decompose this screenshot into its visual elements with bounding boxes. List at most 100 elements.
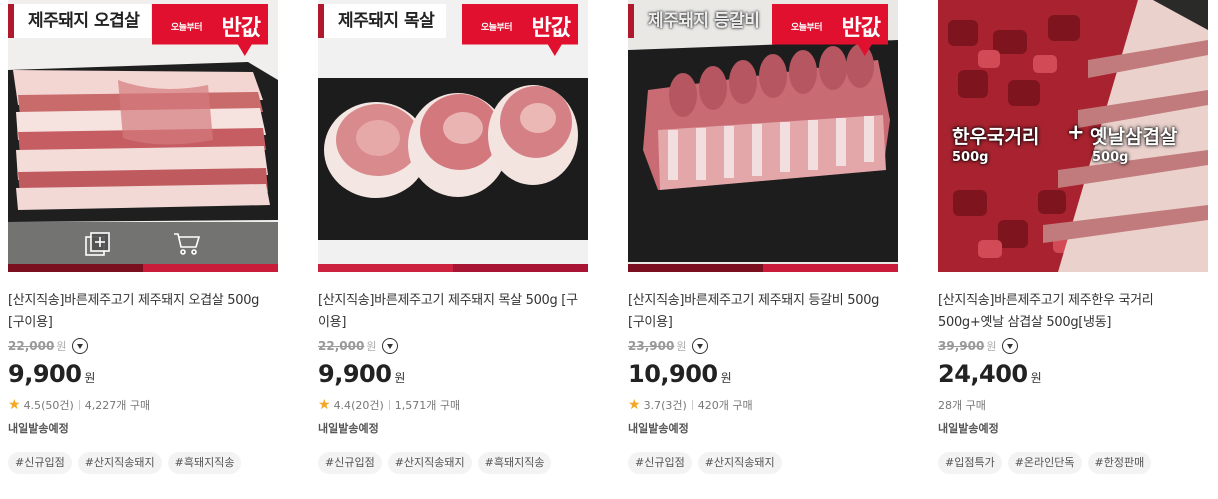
rating-value: 4.4 [333,398,352,412]
product-name[interactable]: [산지직송]바른제주고기 제주돼지 등갈비 500g [구이용] [628,290,898,334]
original-price-row: 39,900 원 [938,336,1208,356]
purchase-count: 4,227개 구매 [84,399,151,412]
original-price-unit: 원 [676,340,687,353]
rating-row: ★ 4.5 (50건) 4,227개 구매 [8,396,278,414]
price-unit: 원 [394,371,406,385]
badge-big-text: 반값 [841,16,881,41]
star-icon: ★ [318,397,331,413]
chevron-down-icon[interactable] [72,338,89,354]
original-price-unit: 원 [56,340,67,353]
product-image[interactable]: 제주돼지 오겹살 오늘부터 반값 [8,0,278,272]
product-card[interactable]: 한우국거리 + 옛날삼겹살 500g 500g [산지직송]바른제주고기 제주한… [938,0,1208,499]
shipping-info: 내일발송예정 [8,422,69,435]
tag[interactable]: #흑돼지직송 [167,452,242,474]
price-row: 10,900 원 [628,360,898,390]
divider [388,400,390,410]
tag[interactable]: #산지직송돼지 [697,452,782,474]
original-price: 22,000 [8,339,55,353]
tag[interactable]: #입점특가 [938,452,1002,474]
tag-list: #신규입점 #산지직송돼지 #흑돼지직송 [8,452,278,474]
product-card[interactable]: 제주돼지 목살 오늘부터 반값 [산지직송]바른제주고기 제주돼지 목살 500… [318,0,588,499]
product-image[interactable]: 제주돼지 목살 오늘부터 반값 [318,0,588,272]
image-text-left: 한우국거리 [952,126,1040,148]
image-progress-bar [628,264,898,272]
quick-action-bar [8,222,278,264]
add-to-list-icon[interactable] [84,231,112,257]
review-count: (20건) [351,399,384,412]
badge-big-text: 반값 [221,16,261,41]
original-price-row: 22,000 원 [8,336,278,356]
rating-row: ★ 3.7 (3건) 420개 구매 [628,396,898,414]
shipping-info: 내일발송예정 [628,422,689,435]
product-grid: 제주돼지 오겹살 오늘부터 반값 [산지직송]바른제주고기 제주돼지 오겹살 5… [0,0,1218,499]
chevron-down-icon[interactable] [382,338,399,354]
shipping-info: 내일발송예정 [938,422,999,435]
chevron-down-icon[interactable] [1002,338,1019,354]
original-price: 39,900 [938,339,985,353]
chevron-down-icon[interactable] [692,338,709,354]
divider [691,400,693,410]
image-progress-bar [8,264,278,272]
price-unit: 원 [1030,371,1042,385]
sale-price: 24,400 [938,360,1028,388]
tag[interactable]: #흑돼지직송 [477,452,552,474]
tag[interactable]: #한정판매 [1087,452,1152,474]
original-price: 22,000 [318,339,365,353]
tag-list: #신규입점 #산지직송돼지 #흑돼지직송 [318,452,588,474]
purchase-count: 420개 구매 [697,399,753,412]
image-text-plus: + [1067,120,1085,144]
image-text-right: 옛날삼겹살 [1090,126,1178,148]
product-name[interactable]: [산지직송]바른제주고기 제주돼지 목살 500g [구이용] [318,290,588,334]
original-price-row: 23,900 원 [628,336,898,356]
price-row: 24,400 원 [938,360,1208,390]
product-name[interactable]: [산지직송]바른제주고기 제주한우 국거리 500g+옛날 삼겹살 500g[냉… [938,290,1208,334]
original-price-unit: 원 [366,340,377,353]
divider [78,400,80,410]
product-image[interactable]: 제주돼지 등갈비 오늘부터 반값 [628,0,898,272]
tag-list: #입점특가 #온라인단독 #한정판매 [938,452,1208,474]
price-row: 9,900 원 [8,360,278,390]
rating-row: 28개 구매 [938,396,1208,414]
image-weight-left: 500g [952,150,989,165]
rating-value: 3.7 [643,398,662,412]
price-row: 9,900 원 [318,360,588,390]
cart-icon[interactable] [173,231,201,257]
tag-list: #신규입점 #산지직송돼지 [628,452,898,474]
product-card[interactable]: 제주돼지 등갈비 오늘부터 반값 [산지직송]바른제주고기 제주돼지 등갈비 5… [628,0,898,499]
sale-price: 9,900 [8,360,82,388]
purchase-count: 1,571개 구매 [394,399,461,412]
image-weight-right: 500g [1092,150,1129,165]
image-title: 제주돼지 오겹살 [8,4,152,38]
sale-price: 10,900 [628,360,718,388]
rating-value: 4.5 [23,398,42,412]
rating-row: ★ 4.4 (20건) 1,571개 구매 [318,396,588,414]
tag[interactable]: #신규입점 [8,452,72,474]
review-count: (50건) [41,399,74,412]
original-price-unit: 원 [986,340,997,353]
tag[interactable]: #산지직송돼지 [77,452,162,474]
star-icon: ★ [628,397,641,413]
star-icon: ★ [8,397,21,413]
image-title: 제주돼지 목살 [318,4,447,38]
product-card[interactable]: 제주돼지 오겹살 오늘부터 반값 [산지직송]바른제주고기 제주돼지 오겹살 5… [8,0,278,499]
original-price: 23,900 [628,339,675,353]
shipping-info: 내일발송예정 [318,422,379,435]
badge-small-text: 오늘부터 [790,23,823,33]
purchase-count: 28개 구매 [938,399,986,412]
tag[interactable]: #산지직송돼지 [387,452,472,474]
original-price-row: 22,000 원 [318,336,588,356]
price-unit: 원 [720,371,732,385]
badge-big-text: 반값 [531,16,571,41]
image-title: 제주돼지 등갈비 [628,4,771,38]
price-unit: 원 [84,371,96,385]
badge-small-text: 오늘부터 [170,23,203,33]
tag[interactable]: #신규입점 [628,452,692,474]
image-progress-bar [318,264,588,272]
tag[interactable]: #신규입점 [318,452,382,474]
product-image[interactable]: 한우국거리 + 옛날삼겹살 500g 500g [938,0,1208,272]
sale-price: 9,900 [318,360,392,388]
badge-small-text: 오늘부터 [480,23,513,33]
product-name[interactable]: [산지직송]바른제주고기 제주돼지 오겹살 500g [구이용] [8,290,278,334]
tag[interactable]: #온라인단독 [1007,452,1082,474]
review-count: (3건) [661,399,687,412]
